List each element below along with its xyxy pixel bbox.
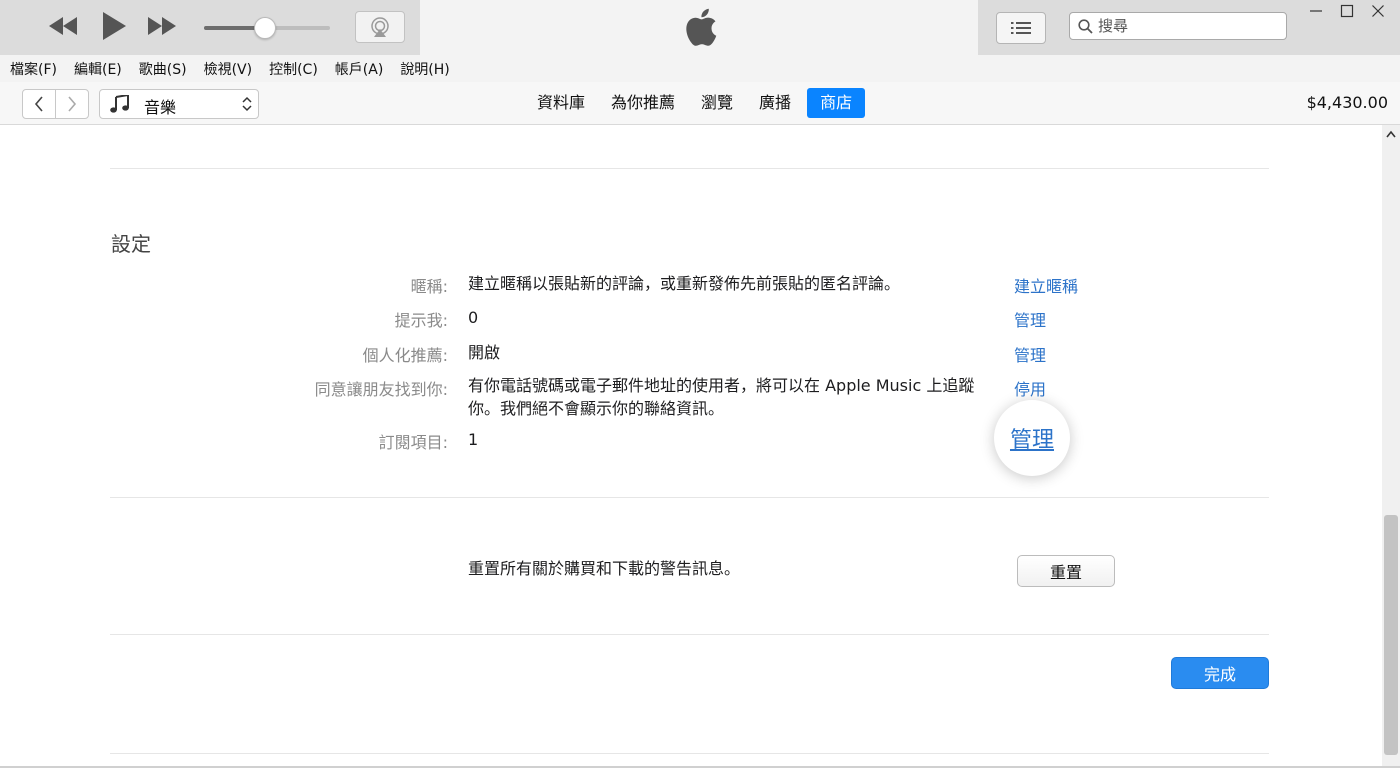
subscriptions-label: 訂閱項目: — [378, 433, 448, 452]
tab-library[interactable]: 資料庫 — [527, 88, 595, 118]
fast-forward-button[interactable] — [143, 11, 181, 41]
subscriptions-manage-link[interactable]: 管理 — [994, 400, 1070, 476]
chevron-left-icon — [34, 96, 43, 112]
rewind-icon — [49, 17, 77, 35]
maximize-icon — [1340, 4, 1354, 18]
vertical-scrollbar[interactable] — [1382, 125, 1400, 768]
airplay-icon — [371, 17, 389, 37]
play-icon — [103, 12, 126, 40]
search-field[interactable] — [1069, 12, 1287, 40]
rewind-button[interactable] — [44, 11, 82, 41]
up-next-list-button[interactable] — [996, 12, 1046, 44]
tab-radio[interactable]: 廣播 — [749, 88, 801, 118]
menu-controls[interactable]: 控制(C) — [269, 59, 318, 79]
remind-me-value: 0 — [468, 308, 479, 327]
personalized-recommendations-label: 個人化推薦: — [362, 346, 448, 365]
account-balance[interactable]: $4,430.00 — [1290, 93, 1388, 112]
list-icon — [1011, 22, 1031, 34]
reset-button[interactable]: 重置 — [1017, 555, 1115, 587]
divider — [110, 753, 1269, 754]
chevron-updown-icon — [242, 96, 252, 112]
menu-bar: 檔案(F) 編輯(E) 歌曲(S) 檢視(V) 控制(C) 帳戶(A) 說明(H… — [0, 55, 1400, 82]
minimize-icon — [1310, 10, 1322, 12]
reset-warnings-text: 重置所有關於購買和下載的警告訊息。 — [468, 559, 741, 578]
menu-help[interactable]: 說明(H) — [400, 59, 449, 79]
create-nickname-link[interactable]: 建立暱稱 — [1014, 273, 1078, 297]
settings-title: 設定 — [111, 232, 151, 256]
personalized-recommendations-manage-link[interactable]: 管理 — [1014, 342, 1046, 366]
close-button[interactable] — [1368, 1, 1388, 21]
menu-account[interactable]: 帳戶(A) — [335, 59, 384, 79]
forward-button[interactable] — [55, 89, 89, 119]
close-icon — [1372, 5, 1384, 17]
media-type-selector[interactable]: 音樂 — [99, 89, 259, 119]
title-bar — [0, 0, 1400, 55]
maximize-button[interactable] — [1337, 1, 1357, 21]
minimize-button[interactable] — [1306, 1, 1326, 21]
nickname-label: 暱稱: — [410, 277, 448, 296]
personalized-recommendations-value: 開啟 — [468, 343, 501, 362]
nickname-value: 建立暱稱以張貼新的評論，或重新發佈先前張貼的匿名評論。 — [468, 274, 901, 293]
menu-view[interactable]: 檢視(V) — [204, 59, 253, 79]
find-me-value: 有你電話號碼或電子郵件地址的使用者，將可以在 Apple Music 上追蹤你。… — [468, 376, 975, 418]
find-me-disable-link[interactable]: 停用 — [1014, 376, 1046, 400]
divider — [110, 497, 1269, 498]
apple-logo-icon — [686, 8, 717, 46]
menu-file[interactable]: 檔案(F) — [10, 59, 57, 79]
remind-me-manage-link[interactable]: 管理 — [1014, 307, 1046, 331]
tab-for-you[interactable]: 為你推薦 — [601, 88, 685, 118]
menu-edit[interactable]: 編輯(E) — [74, 59, 122, 79]
media-type-label: 音樂 — [144, 98, 177, 117]
divider — [110, 634, 1269, 635]
chevron-right-icon — [68, 96, 77, 112]
search-input[interactable] — [1096, 15, 1282, 37]
remind-me-label: 提示我: — [394, 311, 448, 330]
done-button[interactable]: 完成 — [1171, 657, 1269, 689]
tab-browse[interactable]: 瀏覽 — [691, 88, 743, 118]
menu-song[interactable]: 歌曲(S) — [139, 59, 187, 79]
scrollbar-thumb[interactable] — [1384, 515, 1398, 755]
subscriptions-value: 1 — [468, 430, 479, 449]
airplay-button[interactable] — [355, 11, 405, 43]
find-me-label: 同意讓朋友找到你: — [314, 380, 448, 399]
play-button[interactable] — [97, 11, 131, 41]
music-note-icon — [110, 95, 129, 113]
back-button[interactable] — [22, 89, 56, 119]
chevron-up-icon — [1386, 130, 1396, 138]
divider — [110, 168, 1269, 169]
scroll-up-button[interactable] — [1382, 125, 1400, 143]
tab-store[interactable]: 商店 — [807, 88, 866, 118]
store-tabs: 資料庫 為你推薦 瀏覽 廣播 商店 — [527, 88, 871, 118]
fast-forward-icon — [148, 17, 176, 35]
search-icon — [1078, 19, 1093, 34]
